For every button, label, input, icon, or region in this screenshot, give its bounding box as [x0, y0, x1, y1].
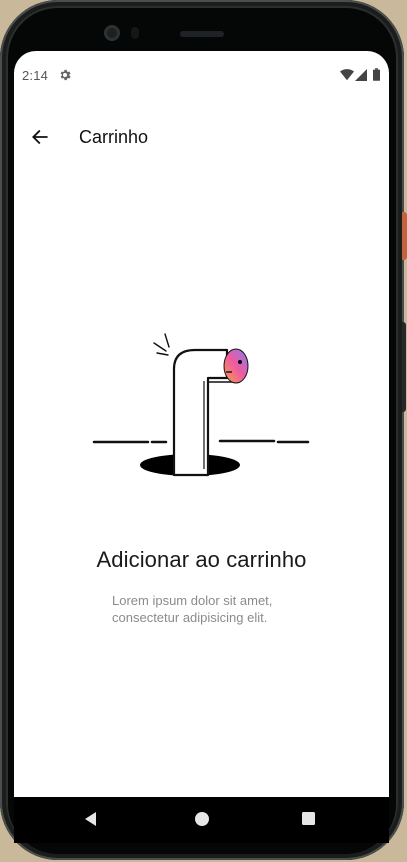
home-circle-icon[interactable] [194, 811, 210, 827]
back-button[interactable] [24, 121, 56, 153]
volume-button [402, 322, 406, 412]
phone-frame: 2:14 Carrinho Adicionar ao carrinho Lore… [0, 0, 407, 860]
front-camera-icon [104, 25, 120, 41]
empty-state-subtitle: Lorem ipsum dolor sit amet, consectetur … [112, 593, 273, 625]
power-button [402, 212, 407, 260]
system-navigation-bar [14, 797, 389, 843]
status-bar: 2:14 [14, 51, 389, 95]
back-triangle-icon[interactable] [84, 811, 98, 827]
app-screen: 2:14 Carrinho Adicionar ao carrinho Lore… [14, 51, 389, 797]
periscope-pipe-illustration [92, 333, 310, 477]
battery-icon [373, 68, 380, 81]
empty-state-title: Adicionar ao carrinho [96, 547, 307, 572]
recents-square-icon[interactable] [301, 811, 316, 826]
app-bar: Carrinho [14, 111, 389, 167]
status-time: 2:14 [22, 68, 49, 83]
proximity-sensor [131, 27, 139, 39]
earpiece-speaker [180, 31, 224, 37]
page-title: Carrinho [79, 127, 149, 147]
gear-icon [60, 69, 71, 81]
wifi-icon [340, 69, 354, 81]
signal-icon [355, 69, 367, 81]
arrow-left-icon [32, 129, 48, 145]
